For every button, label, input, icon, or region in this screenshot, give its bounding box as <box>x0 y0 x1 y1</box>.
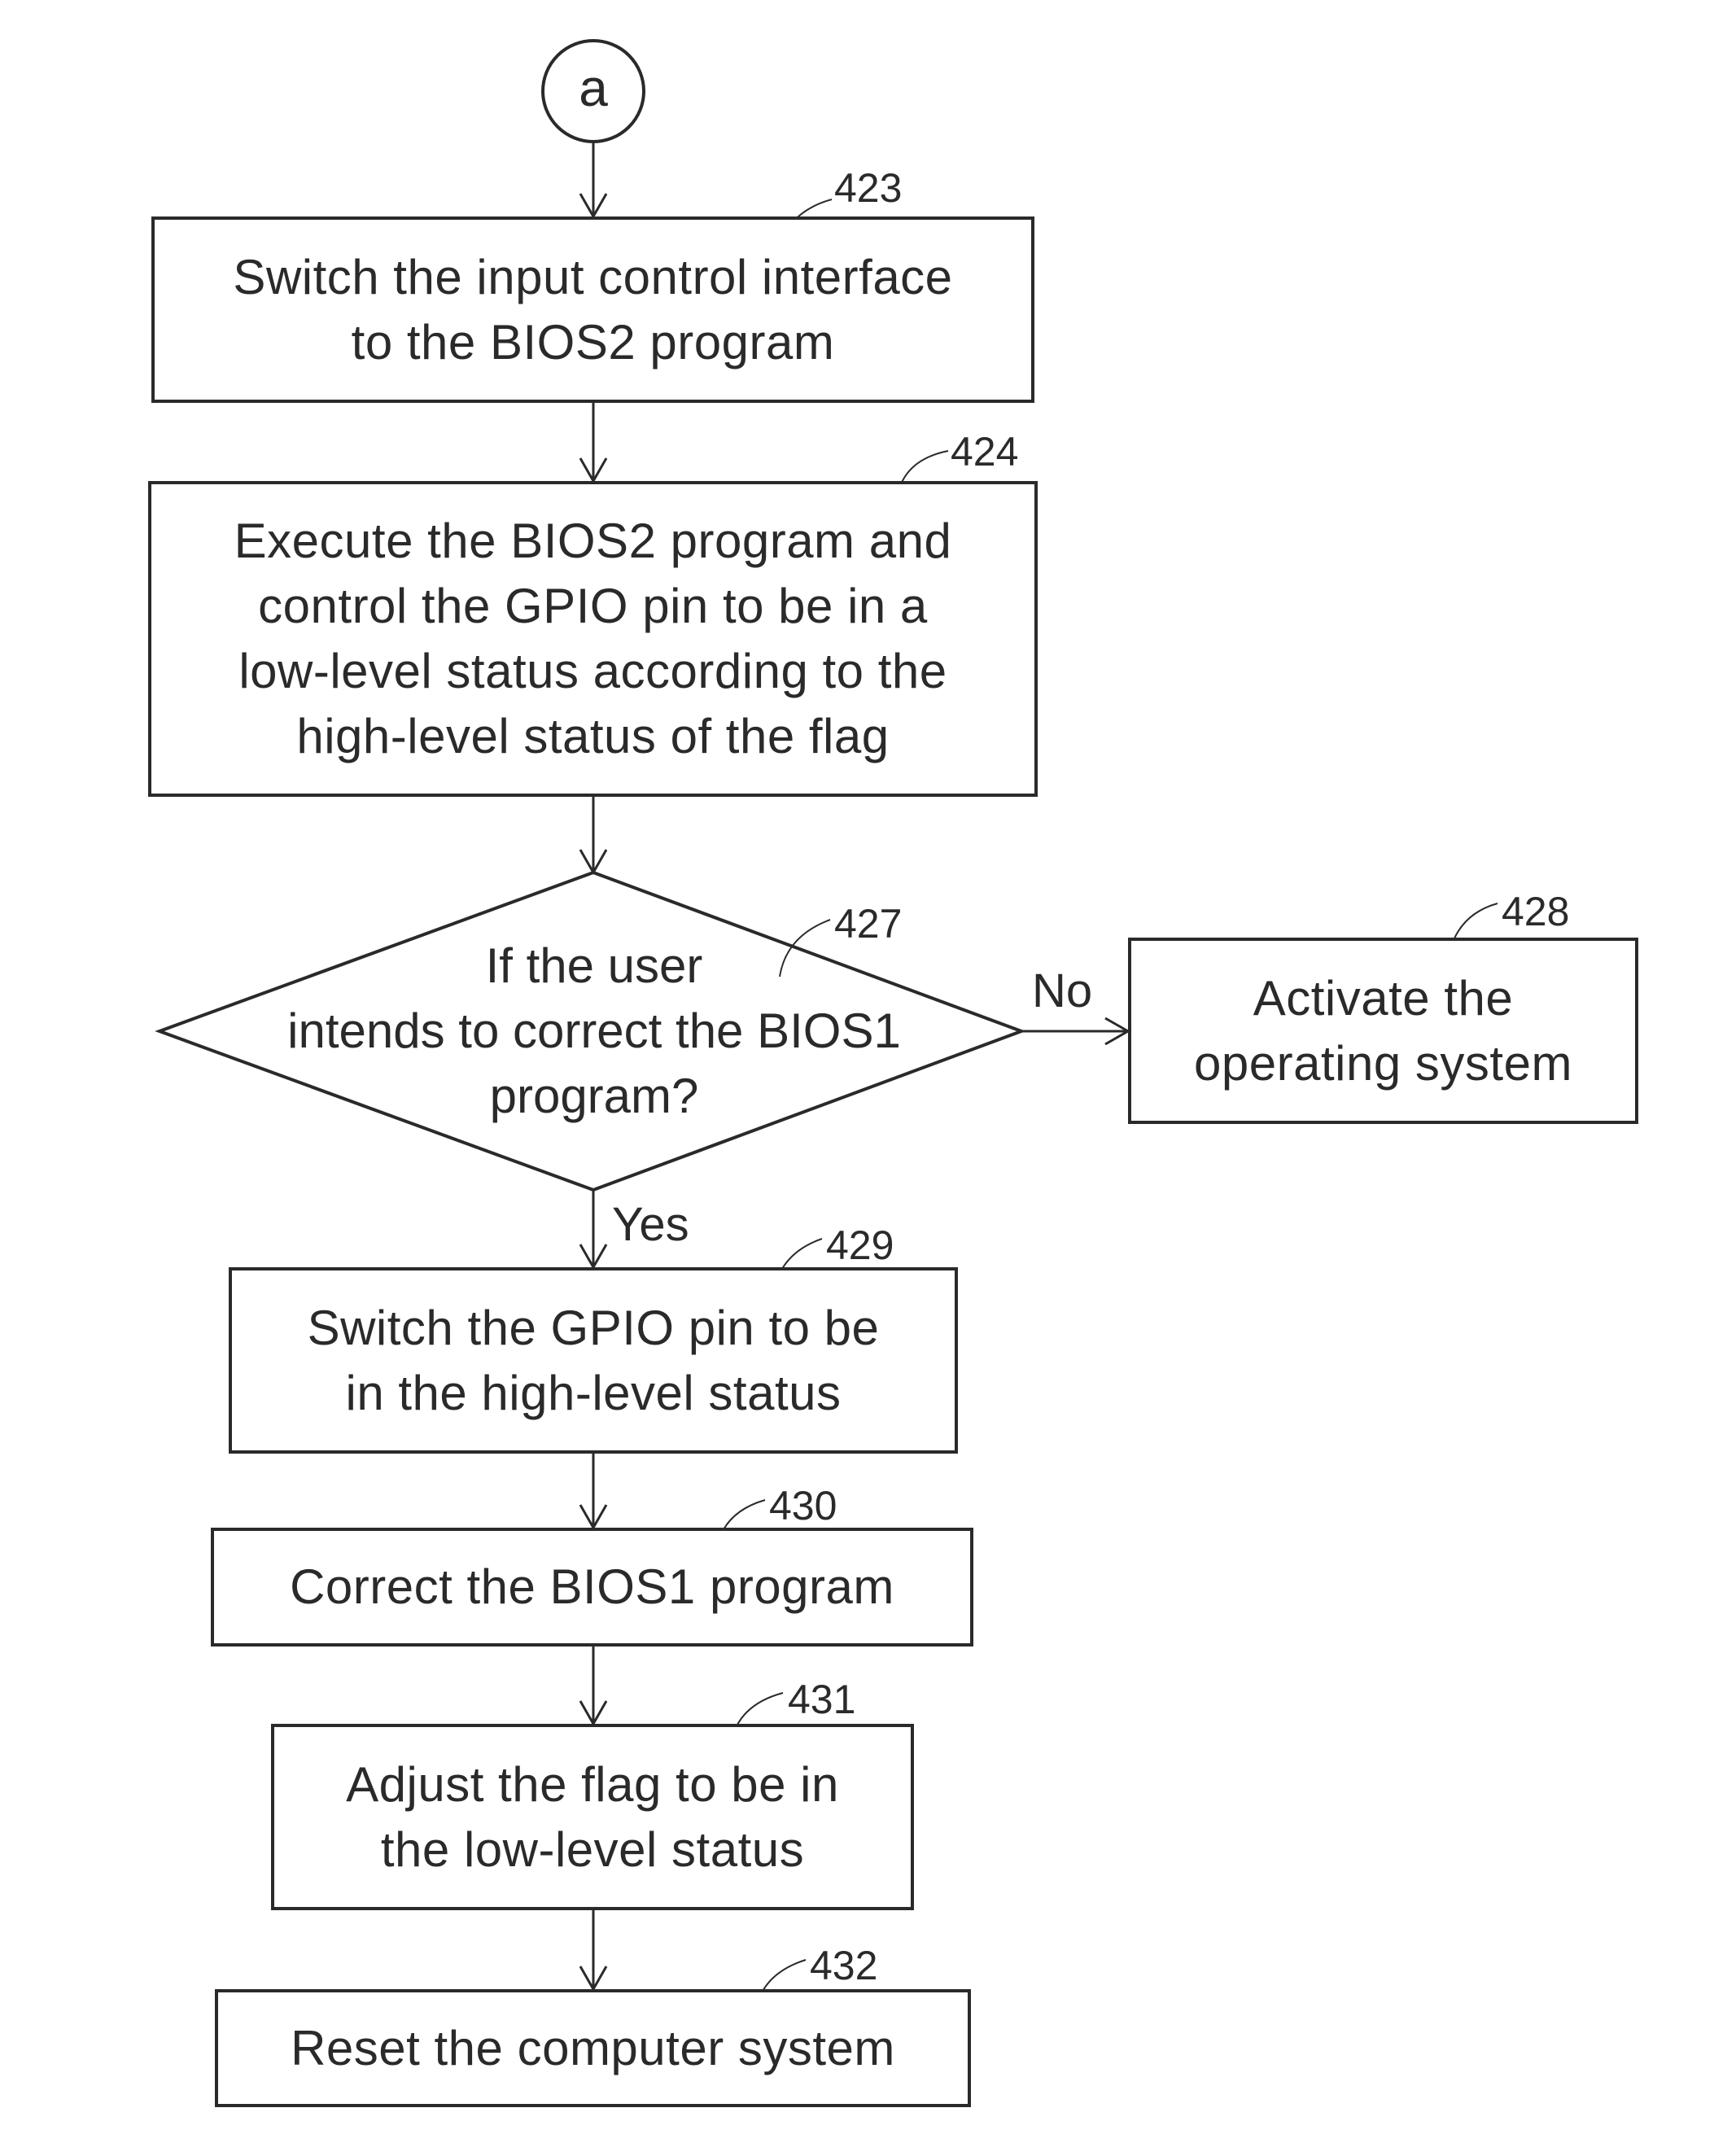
step-431-ref: 431 <box>788 1677 856 1722</box>
connector-label: a <box>579 59 608 117</box>
step-423-box: Switch the input control interface to th… <box>151 216 1034 403</box>
branch-no-label: No <box>1032 964 1093 1017</box>
step-432-box: Reset the computer system <box>215 1989 971 2107</box>
step-430-text-line: Correct the BIOS1 program <box>290 1559 894 1614</box>
step-429-ref: 429 <box>826 1222 894 1268</box>
step-431-text-line: Adjust the flag to be in <box>346 1756 839 1812</box>
step-428-ref: 428 <box>1502 889 1570 934</box>
step-424-text-line: low-level status according to the <box>238 644 947 698</box>
step-432-ref: 432 <box>810 1943 878 1988</box>
step-429-box: Switch the GPIO pin to be in the high-le… <box>229 1267 958 1454</box>
step-428-box: Activate the operating system <box>1128 938 1638 1124</box>
branch-yes-label: Yes <box>612 1198 689 1251</box>
step-424-box: Execute the BIOS2 program and control th… <box>148 481 1038 797</box>
step-429-text-line: in the high-level status <box>345 1365 842 1420</box>
decision-427-text: If the user intends to correct the BIOS1… <box>228 934 960 1129</box>
step-423-ref: 423 <box>834 165 903 211</box>
step-423-text-line: Switch the input control interface <box>233 249 953 304</box>
step-424-ref: 424 <box>951 429 1019 474</box>
decision-427-text-line: program? <box>489 1069 699 1123</box>
step-431-text-line: the low-level status <box>380 1821 805 1877</box>
step-431-box: Adjust the flag to be in the low-level s… <box>271 1724 914 1910</box>
step-432-text-line: Reset the computer system <box>291 2020 895 2075</box>
step-424-text-line: high-level status of the flag <box>296 709 890 763</box>
decision-427-text-line: intends to correct the BIOS1 <box>287 1004 901 1058</box>
step-428-text-line: Activate the <box>1253 970 1514 1026</box>
step-427-ref: 427 <box>834 901 903 947</box>
step-430-ref: 430 <box>769 1483 837 1528</box>
step-423-text-line: to the BIOS2 program <box>351 314 835 370</box>
step-424-text-line: Execute the BIOS2 program and <box>234 514 952 568</box>
step-424-text-line: control the GPIO pin to be in a <box>258 579 928 633</box>
step-428-text-line: operating system <box>1194 1035 1572 1091</box>
step-429-text-line: Switch the GPIO pin to be <box>307 1300 880 1355</box>
step-430-box: Correct the BIOS1 program <box>211 1528 973 1647</box>
